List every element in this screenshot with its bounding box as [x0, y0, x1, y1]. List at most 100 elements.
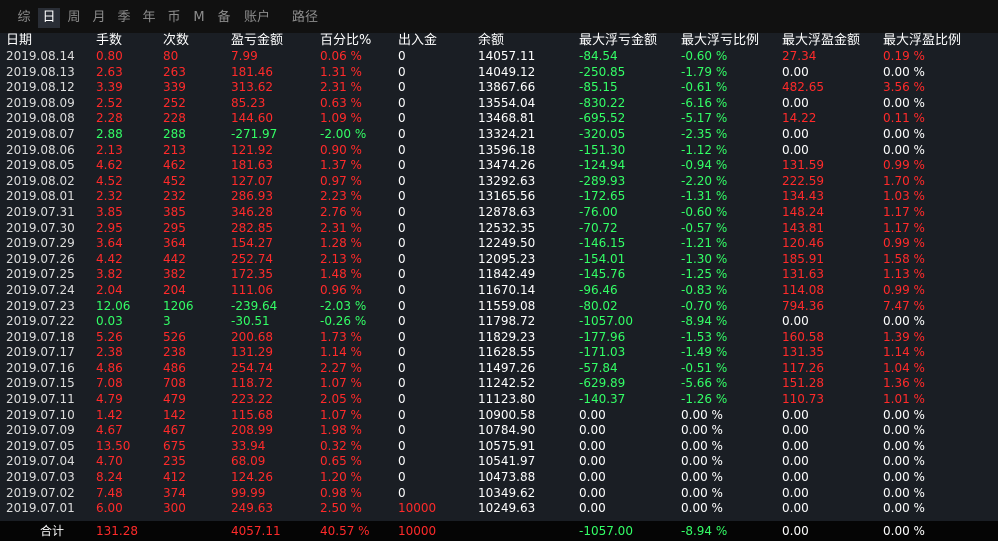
cell-pct: 1.98 % [320, 423, 362, 438]
tab-currency[interactable]: 币 [163, 10, 185, 26]
cell-max-float-profit: 0.00 [782, 470, 809, 485]
table-row[interactable]: 2019.07.16 4.86 486 254.74 2.27 % 0 11497.26 -5… [0, 361, 998, 377]
col-header-lots[interactable]: 手数 [96, 33, 122, 49]
cell-date: 2019.07.18 [6, 329, 75, 344]
cell-max-float-profit: 185.91 [782, 251, 824, 266]
cell-pnl: 200.68 [231, 329, 273, 344]
table-row[interactable]: 2019.07.17 2.38 238 131.29 1.14 % 0 11628.55 -1… [0, 345, 998, 361]
table-row[interactable]: 2019.08.13 2.63 263 181.46 1.31 % 0 14049.12 -2… [0, 65, 998, 81]
table-row[interactable]: 2019.07.29 3.64 364 154.27 1.28 % 0 12249.50 -1… [0, 236, 998, 252]
tab-m[interactable]: M [188, 10, 210, 26]
table-row[interactable]: 2019.07.02 7.48 374 99.99 0.98 % 0 10349.62 0.0… [0, 486, 998, 502]
table-row[interactable]: 2019.08.09 2.52 252 85.23 0.63 % 0 13554.04 -83… [0, 96, 998, 112]
table-row[interactable]: 2019.07.25 3.82 382 172.35 1.48 % 0 11842.49 -1… [0, 267, 998, 283]
cell-date: 2019.07.25 [6, 267, 75, 282]
table-row[interactable]: 2019.08.05 4.62 462 181.63 1.37 % 0 13474.26 -1… [0, 158, 998, 174]
cell-pnl: 154.27 [231, 236, 273, 251]
tab-yearly[interactable]: 年 [138, 10, 160, 26]
cell-deposit: 0 [398, 423, 406, 438]
cell-date: 2019.07.22 [6, 314, 75, 329]
cell-deposit: 10000 [398, 501, 437, 516]
table-row[interactable]: 2019.07.10 1.42 142 115.68 1.07 % 0 10900.58 0.… [0, 408, 998, 424]
table-row[interactable]: 2019.07.30 2.95 295 282.85 2.31 % 0 12532.35 -7… [0, 221, 998, 237]
table-row[interactable]: 2019.07.22 0.03 3 -30.51 -0.26 % 0 11798.72 -10… [0, 314, 998, 330]
tab-account[interactable]: 账户 [240, 10, 274, 26]
cell-balance: 11829.23 [478, 329, 536, 344]
cell-pct: 0.98 % [320, 485, 362, 500]
cell-max-float-profit: 151.28 [782, 376, 824, 391]
table-row[interactable]: 2019.07.15 7.08 708 118.72 1.07 % 0 11242.52 -6… [0, 376, 998, 392]
col-header-balance[interactable]: 余额 [478, 33, 504, 49]
cell-pct: 1.31 % [320, 64, 362, 79]
col-header-max-float-loss-pct[interactable]: 最大浮亏比例 [681, 33, 759, 49]
cell-pnl: 223.22 [231, 392, 273, 407]
cell-deposit: 0 [398, 64, 406, 79]
cell-max-float-loss: -146.15 [579, 236, 626, 251]
table-row[interactable]: 2019.08.06 2.13 213 121.92 0.90 % 0 13596.18 -1… [0, 143, 998, 159]
cell-lots: 2.63 [96, 64, 123, 79]
cell-deposit: 0 [398, 329, 406, 344]
table-row[interactable]: 2019.07.18 5.26 526 200.68 1.73 % 0 11829.23 -1… [0, 330, 998, 346]
cell-pnl: -239.64 [231, 298, 278, 313]
table-row[interactable]: 2019.07.26 4.42 442 252.74 2.13 % 0 12095.23 -1… [0, 252, 998, 268]
tab-path[interactable]: 路径 [288, 10, 322, 26]
cell-balance: 11670.14 [478, 282, 536, 297]
cell-pct: 2.31 % [320, 220, 362, 235]
table-row[interactable]: 2019.07.01 6.00 300 249.63 2.50 % 10000 10249.… [0, 501, 998, 517]
cell-max-float-loss-pct: 0.00 % [681, 438, 723, 453]
col-header-date[interactable]: 日期 [6, 33, 32, 49]
cell-pct: 1.09 % [320, 111, 362, 126]
cell-max-float-profit-pct: 0.19 % [883, 49, 925, 63]
table-row[interactable]: 2019.07.09 4.67 467 208.99 1.98 % 0 10784.90 0.… [0, 423, 998, 439]
table-row[interactable]: 2019.08.14 0.80 80 7.99 0.06 % 0 14057.11 -84.5… [0, 49, 998, 65]
cell-max-float-profit: 143.81 [782, 220, 824, 235]
table-row[interactable]: 2019.07.31 3.85 385 346.28 2.76 % 0 12878.63 -7… [0, 205, 998, 221]
tab-weekly[interactable]: 周 [63, 10, 85, 26]
table-row[interactable]: 2019.07.24 2.04 204 111.06 0.96 % 0 11670.14 -9… [0, 283, 998, 299]
tab-quarterly[interactable]: 季 [113, 10, 135, 26]
cell-max-float-profit-pct: 0.00 % [883, 64, 925, 79]
col-header-deposit[interactable]: 出入金 [398, 33, 437, 49]
cell-date: 2019.08.01 [6, 189, 75, 204]
cell-date: 2019.07.01 [6, 501, 75, 516]
cell-deposit: 0 [398, 392, 406, 407]
table-row[interactable]: 2019.08.08 2.28 228 144.60 1.09 % 0 13468.81 -6… [0, 111, 998, 127]
cell-balance: 10900.58 [478, 407, 536, 422]
col-header-max-float-loss[interactable]: 最大浮亏金额 [579, 33, 657, 49]
period-tab-bar: 综 日 周 月 季 年 币 M 备 账户 路径 [0, 0, 998, 33]
summary-row: 合计 131.28 4057.11 40.57 % 10000 -1057.00… [0, 521, 998, 541]
cell-max-float-profit-pct: 0.11 % [883, 111, 925, 126]
tab-monthly[interactable]: 月 [88, 10, 110, 26]
table-row[interactable]: 2019.08.02 4.52 452 127.07 0.97 % 0 13292.63 -2… [0, 174, 998, 190]
cell-max-float-loss-pct: -0.57 % [681, 220, 728, 235]
table-row[interactable]: 2019.07.23 12.06 1206 -239.64 -2.03 % 0 11559.… [0, 299, 998, 315]
cell-balance: 13292.63 [478, 173, 536, 188]
cell-deposit: 0 [398, 204, 406, 219]
cell-pct: -0.26 % [320, 314, 367, 329]
col-header-max-float-profit-pct[interactable]: 最大浮盈比例 [883, 33, 961, 49]
tab-daily[interactable]: 日 [38, 8, 60, 28]
col-header-max-float-profit[interactable]: 最大浮盈金额 [782, 33, 860, 49]
cell-lots: 0.80 [96, 49, 123, 63]
cell-max-float-profit-pct: 0.00 % [883, 470, 925, 485]
col-header-pct[interactable]: 百分比% [320, 33, 371, 49]
cell-trades: 300 [163, 501, 186, 516]
table-row[interactable]: 2019.07.05 13.50 675 33.94 0.32 % 0 10575.91 0.… [0, 439, 998, 455]
table-row[interactable]: 2019.08.07 2.88 288 -271.97 -2.00 % 0 13324.21… [0, 127, 998, 143]
table-row[interactable]: 2019.08.12 3.39 339 313.62 2.31 % 0 13867.66 -8… [0, 80, 998, 96]
col-header-trades[interactable]: 次数 [163, 33, 189, 49]
table-row[interactable]: 2019.07.04 4.70 235 68.09 0.65 % 0 10541.97 0.0… [0, 454, 998, 470]
table-row[interactable]: 2019.08.01 2.32 232 286.93 2.23 % 0 13165.56 -1… [0, 189, 998, 205]
tab-summary[interactable]: 综 [13, 10, 35, 26]
cell-max-float-profit-pct: 1.36 % [883, 376, 925, 391]
col-header-pnl[interactable]: 盈亏金额 [231, 33, 283, 49]
cell-max-float-profit-pct: 1.70 % [883, 173, 925, 188]
cell-trades: 382 [163, 267, 186, 282]
tab-note[interactable]: 备 [213, 10, 235, 26]
cell-max-float-loss-pct: -1.53 % [681, 329, 728, 344]
cell-pnl: 181.63 [231, 158, 273, 173]
table-row[interactable]: 2019.07.11 4.79 479 223.22 2.05 % 0 11123.80 -1… [0, 392, 998, 408]
cell-deposit: 0 [398, 470, 406, 485]
cell-balance: 11842.49 [478, 267, 536, 282]
table-row[interactable]: 2019.07.03 8.24 412 124.26 1.20 % 0 10473.88 0.… [0, 470, 998, 486]
